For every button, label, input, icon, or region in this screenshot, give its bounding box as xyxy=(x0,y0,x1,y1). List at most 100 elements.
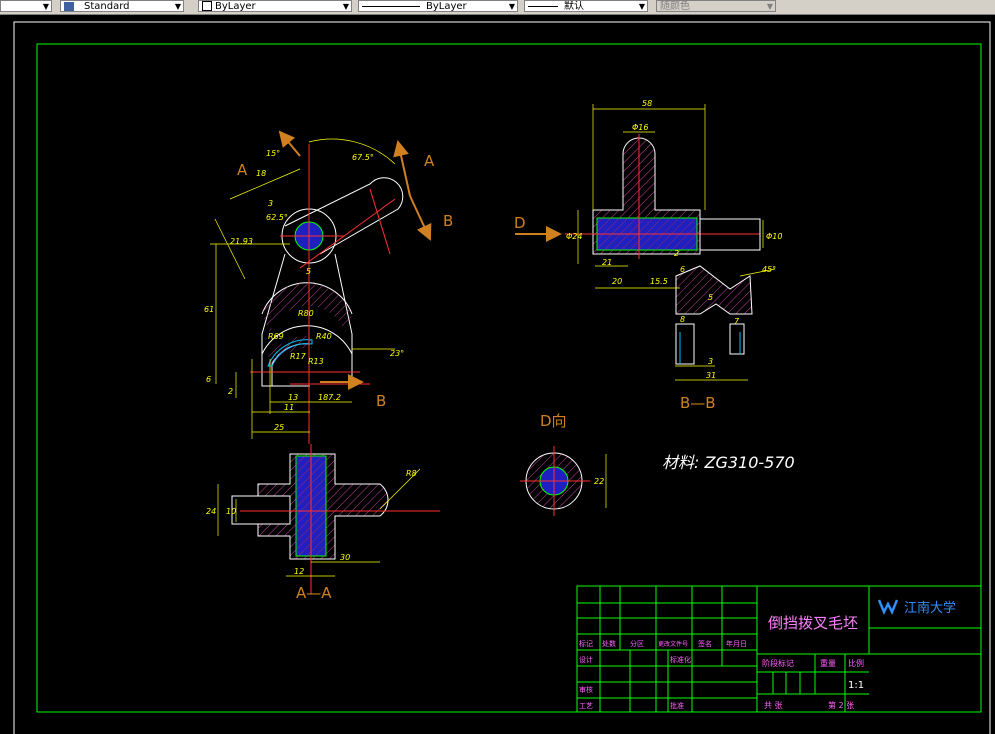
scale-value: 1:1 xyxy=(848,680,864,691)
dim-text: 15.5 xyxy=(650,277,668,286)
dim-text: 6 xyxy=(206,375,211,384)
bb-section xyxy=(515,104,776,381)
aa-slot xyxy=(231,495,291,525)
part-name: 倒挡拨叉毛坯 xyxy=(768,614,858,632)
review-label: 审核 xyxy=(579,685,593,694)
layer-value: ByLayer xyxy=(215,1,256,12)
chevron-down-icon: ▼ xyxy=(638,2,645,11)
drawing-canvas[interactable]: A A B B D A—A B—B D向 材料: ZG310-570 15° 6… xyxy=(0,14,995,734)
university-name: 江南大学 xyxy=(904,600,956,616)
plotstyle-value: 随颜色 xyxy=(660,1,690,12)
stage-label: 阶段标记 xyxy=(762,658,794,668)
dim-text: R80 xyxy=(298,309,314,318)
main-fork-hatch xyxy=(262,282,352,332)
section-b-label: B xyxy=(443,212,453,230)
properties-toolbar: ▼ Standard ▼ ByLayer ▼ ByLayer ▼ 默认 ▼ 随颜色 ▼ xyxy=(0,0,995,15)
lineweight-value: 默认 xyxy=(564,1,584,12)
dim-text: 3 xyxy=(268,199,273,208)
dim-text: R8 xyxy=(406,469,417,478)
dim-text: 23° xyxy=(390,349,404,358)
dim-text: 8 xyxy=(680,315,685,324)
text-style-dropdown[interactable]: Standard ▼ xyxy=(60,0,184,12)
aa-section xyxy=(217,444,440,594)
dim-text: 13 xyxy=(288,393,298,402)
bb-title: B—B xyxy=(680,394,716,412)
design-label: 设计 xyxy=(579,655,593,664)
row-label: 签名 xyxy=(698,639,712,648)
dim-text: 67.5° xyxy=(352,153,374,162)
stage-label: 重量 xyxy=(820,658,836,668)
dim-text: R17 xyxy=(290,352,307,361)
color-swatch-icon xyxy=(202,1,212,11)
dim-text: 7 xyxy=(734,317,740,326)
section-a-label: A xyxy=(237,161,248,179)
approve-label: 批准 xyxy=(670,701,684,710)
line-sample-icon xyxy=(528,5,558,7)
stage-label: 比例 xyxy=(848,658,864,668)
dim-text: 18 xyxy=(256,169,266,178)
row-label: 更改文件号 xyxy=(658,640,688,648)
lineweight-dropdown[interactable]: 默认 ▼ xyxy=(524,0,648,12)
material-note: 材料: ZG310-570 xyxy=(662,453,795,472)
linetype-value: ByLayer xyxy=(426,1,467,12)
bb-right-hatch xyxy=(699,218,761,254)
dim-text: 22 xyxy=(594,477,604,486)
aa-title: A—A xyxy=(296,584,332,602)
dim-text: 20 xyxy=(612,277,622,286)
dim-text: 10 xyxy=(226,507,236,516)
dim-text: 12 xyxy=(294,567,304,576)
dim-text: 30 xyxy=(340,553,350,562)
chevron-down-icon: ▼ xyxy=(508,2,515,11)
row-label: 处数 xyxy=(602,639,616,648)
dim-text: 187.2 xyxy=(318,393,341,402)
row-label: 年月日 xyxy=(726,639,747,648)
dim-text: 25 xyxy=(274,423,284,432)
section-a-label: A xyxy=(424,152,435,170)
text-style-icon xyxy=(64,1,74,11)
dim-text: 62.5° xyxy=(266,213,288,222)
sheet-number: 第 2 张 xyxy=(828,700,854,710)
dim-text: 61 xyxy=(204,305,214,314)
dim-text: 58 xyxy=(642,99,652,108)
sheets-total: 共 张 xyxy=(764,701,783,710)
dim-text: 15° xyxy=(266,149,280,158)
plotstyle-dropdown[interactable]: 随颜色 ▼ xyxy=(656,0,776,12)
university-logo-icon xyxy=(877,599,899,616)
dim-text: 11 xyxy=(284,403,294,412)
dim-text: R69 xyxy=(268,332,284,341)
bb-fork-hatch xyxy=(675,265,753,315)
dim-text: 24 xyxy=(206,507,216,516)
linetype-dropdown[interactable]: ByLayer ▼ xyxy=(358,0,518,12)
d-view-title: D向 xyxy=(540,412,567,430)
inner-frame xyxy=(36,43,982,713)
dim-text: 21 xyxy=(602,258,612,267)
chevron-down-icon: ▼ xyxy=(766,2,773,11)
dim-text: 5 xyxy=(306,267,311,276)
layer-dropdown[interactable]: ByLayer ▼ xyxy=(198,0,352,12)
chevron-down-icon: ▼ xyxy=(174,2,181,11)
standardize-label: 标准化 xyxy=(670,655,691,664)
dim-text: 45° xyxy=(762,265,776,274)
dim-text: 6 xyxy=(680,265,685,274)
dim-text: 31 xyxy=(706,371,716,380)
dim-text: 3 xyxy=(708,357,713,366)
dim-text: Φ10 xyxy=(766,232,782,241)
line-sample-icon xyxy=(362,5,420,7)
dim-text: Φ16 xyxy=(632,123,648,132)
chevron-down-icon: ▼ xyxy=(42,2,49,11)
row-label: 标记 xyxy=(579,639,593,648)
dim-text: 2 xyxy=(228,387,233,396)
prev-dropdown[interactable]: ▼ xyxy=(0,0,52,12)
row-label: 分区 xyxy=(630,639,644,648)
dim-text: 2 xyxy=(674,249,679,258)
dim-text: R40 xyxy=(316,332,332,341)
section-b-label: B xyxy=(376,392,386,410)
text-style-value: Standard xyxy=(84,1,130,12)
chevron-down-icon: ▼ xyxy=(342,2,349,11)
dim-text: 21.93 xyxy=(230,237,253,246)
dim-text: Φ24 xyxy=(566,232,582,241)
process-label: 工艺 xyxy=(579,702,593,710)
dim-text: 5 xyxy=(708,293,713,302)
view-d-label: D xyxy=(514,214,526,232)
dim-text: R13 xyxy=(308,357,324,366)
